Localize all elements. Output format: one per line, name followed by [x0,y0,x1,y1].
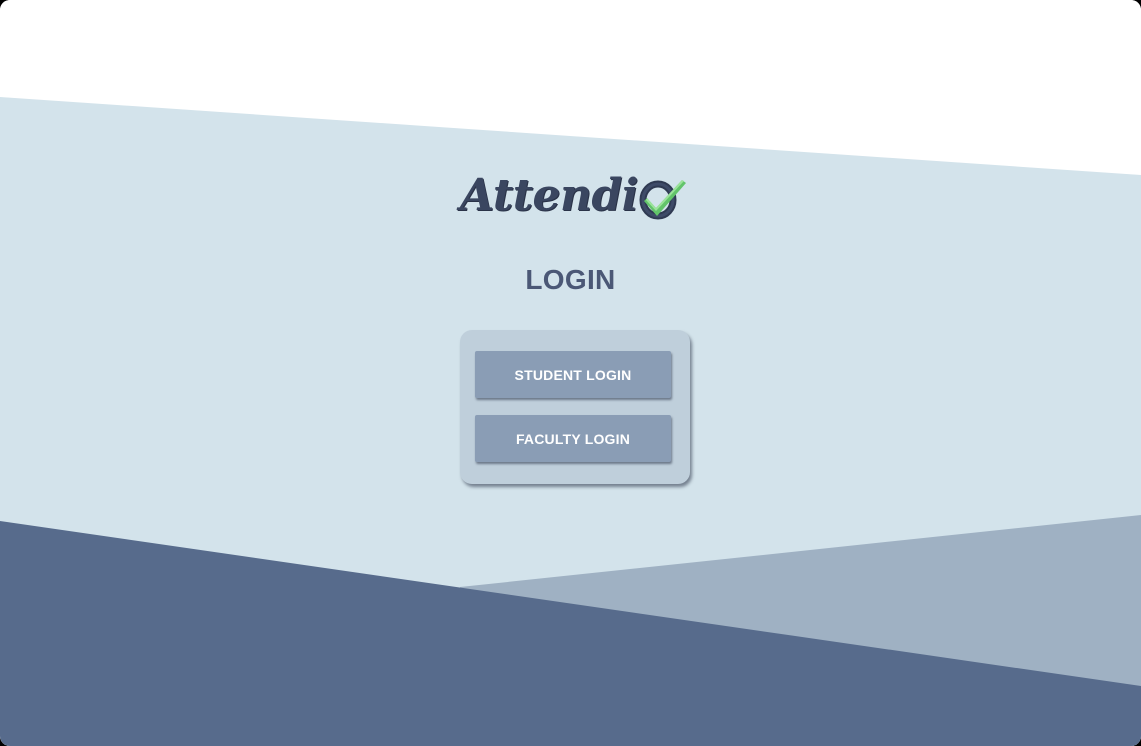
faculty-login-button[interactable]: FACULTY LOGIN [475,415,671,462]
logo-text: Attendi [460,170,638,221]
checkmark-o-icon [639,180,686,220]
page-title: LOGIN [525,264,616,295]
app-window: Attendi LOGIN STUDENT LOGIN FACULTY LOGI… [0,0,1141,746]
login-options-panel: STUDENT LOGIN FACULTY LOGIN [460,330,690,484]
app-logo: Attendi [458,170,688,226]
student-login-button[interactable]: STUDENT LOGIN [475,351,671,398]
